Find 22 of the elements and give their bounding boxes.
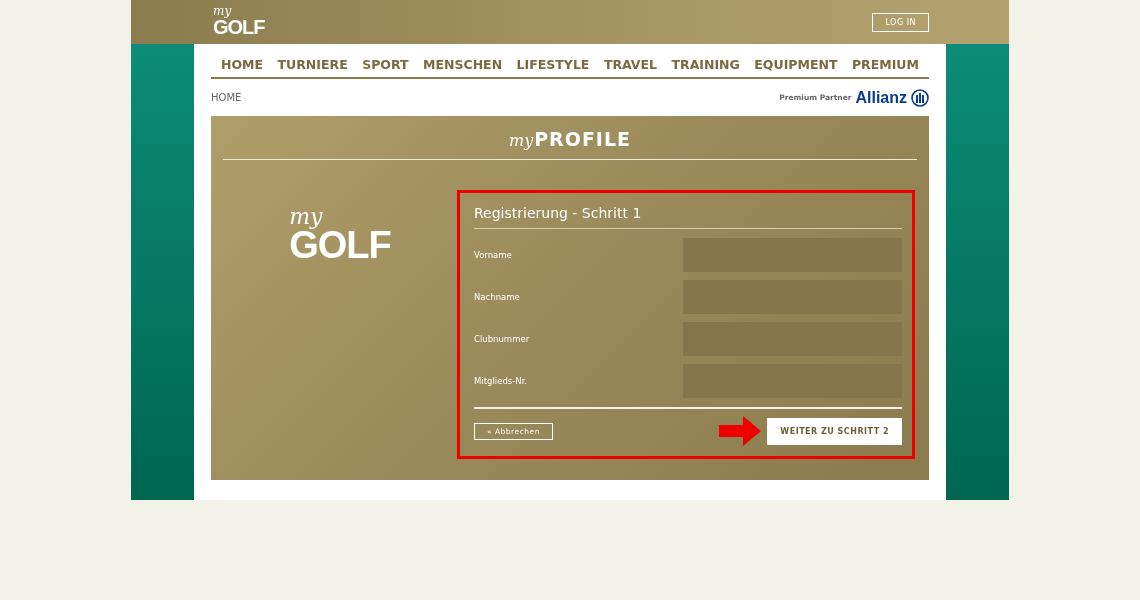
field-label: Nachname (474, 292, 520, 302)
field-label: Clubnummer (474, 334, 530, 344)
nav-link[interactable]: PREMIUM (851, 57, 919, 72)
nav-link[interactable]: MENSCHEN (423, 57, 503, 72)
nav-link[interactable]: EQUIPMENT (754, 57, 838, 72)
partner-brand: Allianz (855, 88, 907, 107)
profile-title: PROFILE (534, 128, 632, 150)
field-label: Mitglieds-Nr. (474, 376, 528, 386)
partner-logo-icon (911, 88, 929, 107)
nav-link[interactable]: HOME (221, 57, 264, 72)
nav-link[interactable]: TRAVEL (603, 57, 658, 72)
form-title: Registrierung - Schritt 1 (474, 205, 902, 229)
field-label: Vorname (474, 250, 512, 260)
title-script: my (508, 135, 534, 148)
nav-link[interactable]: TURNIERE (277, 57, 348, 72)
logo-script: my (213, 7, 232, 17)
breadcrumb[interactable]: HOME (211, 92, 242, 103)
nav-link[interactable]: SPORT (362, 57, 409, 72)
nav-link[interactable]: TRAINING (671, 57, 740, 72)
arrow-icon (719, 416, 762, 446)
next-button[interactable]: WEITER ZU SCHRITT 2 (767, 417, 902, 445)
nav-link[interactable]: LIFESTYLE (516, 57, 590, 72)
